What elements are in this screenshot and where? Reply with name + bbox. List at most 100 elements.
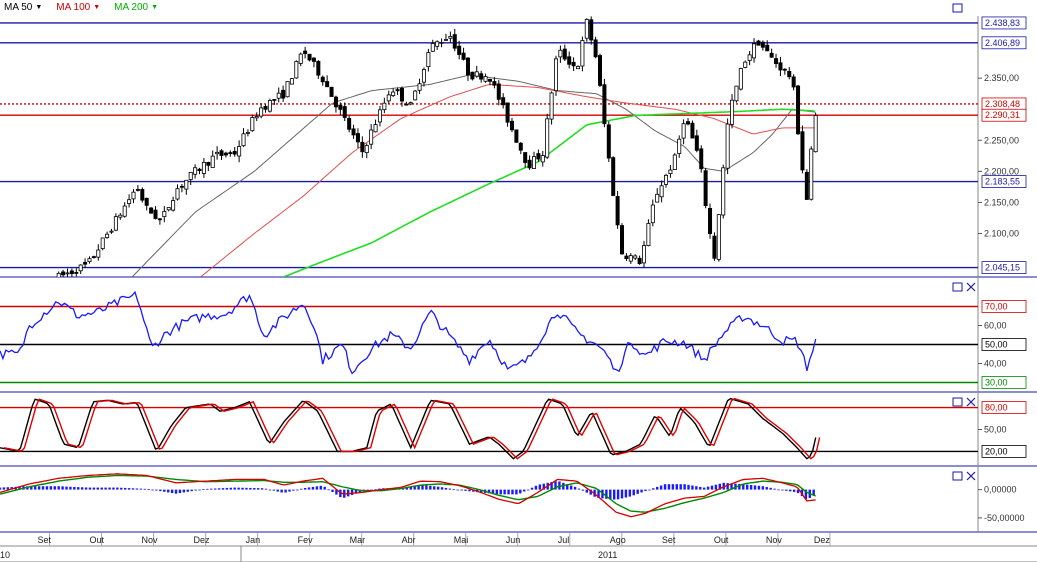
macd-hist-bar: [296, 489, 299, 491]
candle-body: [804, 171, 809, 200]
candle-body: [620, 225, 625, 255]
candle-body: [294, 61, 299, 79]
candle-body: [558, 49, 563, 58]
maximize-icon[interactable]: [952, 3, 963, 13]
month-label: Set: [662, 535, 676, 545]
macd-hist-bar: [745, 484, 749, 490]
candle-body: [448, 36, 453, 39]
trading-chart[interactable]: 2.350,00 2.250,00 2.200,00 2.150,00 2.100,00…: [0, 0, 1037, 562]
candle-body: [386, 94, 391, 102]
candle-body: [760, 41, 765, 48]
candle-body: [655, 193, 660, 203]
macd-hist-bar: [108, 487, 111, 490]
macd-hist-bar: [433, 486, 436, 490]
candle-body: [285, 81, 290, 98]
candle-body: [259, 107, 264, 117]
candle-body: [628, 255, 633, 262]
macd-hist-bar: [773, 488, 776, 490]
macd-hist-bar: [538, 484, 542, 490]
macd-hist-bar: [448, 488, 452, 490]
candle-body: [611, 157, 616, 196]
macd-hist-bar: [319, 485, 322, 490]
ma200-dropdown-icon[interactable]: ▼: [151, 4, 158, 11]
candle-body: [681, 123, 686, 139]
macd-hist-bar: [131, 488, 135, 490]
candle-body: [743, 61, 748, 68]
candle-body: [83, 261, 88, 265]
month-label: Jul: [558, 535, 570, 545]
candle-body: [109, 230, 114, 233]
macd-hist-bar: [292, 489, 295, 491]
candle-body: [206, 162, 211, 166]
candle-body: [377, 109, 382, 123]
macd-hist-bar: [331, 489, 334, 492]
rsi-panel: 60,00 40,00 70,00 50,00 30,00: [0, 278, 1037, 393]
macd-hist-bar: [425, 485, 428, 490]
macd-hist-bar: [526, 489, 530, 491]
candle-body: [201, 162, 206, 174]
macd-hist-bar: [217, 488, 221, 490]
year-label: 2011: [598, 550, 617, 560]
candle-body: [602, 84, 607, 125]
candle-body: [571, 61, 576, 67]
macd-hist-bar: [460, 489, 463, 491]
macd-hist-bar: [34, 486, 37, 490]
macd-hist-bar: [77, 487, 80, 490]
macd-hist-bar: [519, 489, 522, 494]
macd-hist-bar: [503, 489, 506, 495]
candle-body: [769, 52, 774, 58]
macd-hist-bar: [253, 488, 256, 490]
month-label: Jun: [506, 535, 521, 545]
macd-hist-bar: [350, 489, 354, 496]
candle-body: [184, 179, 189, 190]
macd-hist-bar: [777, 489, 780, 491]
candle-body: [782, 68, 787, 71]
ma50-legend-item[interactable]: MA 50 ▼: [4, 2, 42, 13]
candle-body: [752, 43, 757, 59]
candle-body: [606, 124, 611, 159]
candle-body: [435, 41, 440, 47]
candle-body: [580, 40, 585, 67]
macd-hist-bar: [569, 485, 573, 490]
macd-hist-bar: [155, 489, 158, 491]
level-label: 2.438,83: [985, 18, 1020, 28]
candle-body: [157, 218, 162, 221]
macd-hist-bar: [84, 487, 88, 490]
candle-body: [210, 155, 215, 169]
ma200-legend-item[interactable]: MA 200 ▼: [114, 2, 158, 13]
candle-body: [127, 199, 132, 204]
candle-body: [281, 89, 286, 99]
candle-body: [153, 209, 158, 219]
y-tick-label: 40,00: [984, 359, 1007, 369]
macd-hist-bar: [691, 485, 694, 490]
candle-body: [778, 62, 783, 71]
macd-hist-bar: [620, 489, 624, 499]
y-tick-label: 2.250,00: [984, 135, 1019, 145]
macd-hist-bar: [581, 489, 585, 491]
macd-hist-bar: [174, 489, 178, 494]
candle-body: [809, 148, 814, 200]
ma100-legend-item[interactable]: MA 100 ▼: [56, 2, 100, 13]
macd-hist-bar: [167, 489, 170, 493]
candle-body: [791, 76, 796, 88]
macd-hist-bar: [163, 489, 166, 492]
level-label: 2.406,89: [985, 38, 1020, 48]
ma50-dropdown-icon[interactable]: ▼: [35, 4, 42, 11]
macd-hist-bar: [315, 486, 319, 490]
macd-hist-bar: [245, 487, 248, 490]
y-tick-label: 0,00000: [984, 485, 1017, 495]
candle-body: [774, 58, 779, 64]
macd-hist-bar: [210, 488, 213, 490]
candle-body: [452, 34, 457, 49]
candle-body: [664, 174, 669, 185]
candle-body: [87, 258, 92, 263]
candle-body: [501, 97, 506, 106]
candle-body: [391, 91, 396, 96]
month-label: Nov: [142, 535, 159, 545]
macd-hist-bar: [530, 487, 534, 490]
y-tick-label: 60,00: [984, 321, 1007, 331]
candle-body: [646, 223, 651, 247]
ma100-dropdown-icon[interactable]: ▼: [93, 4, 100, 11]
candle-body: [421, 69, 426, 83]
candle-body: [74, 272, 79, 274]
